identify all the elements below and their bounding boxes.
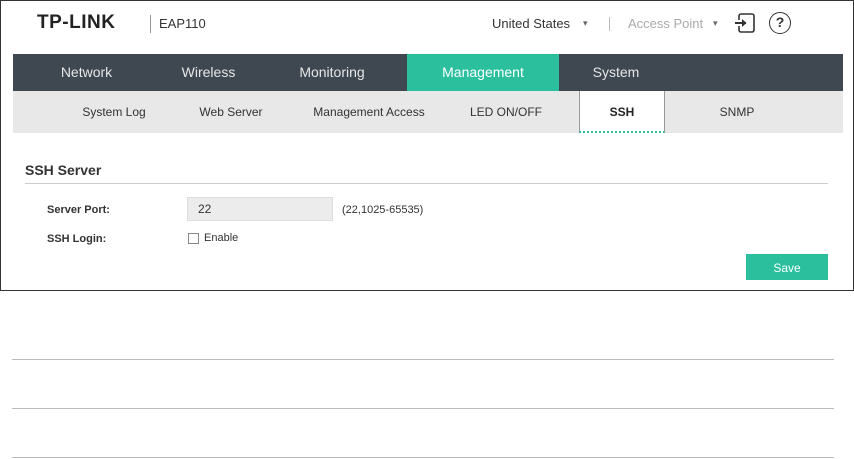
tab-management[interactable]: Management bbox=[407, 54, 559, 91]
tab-wireless[interactable]: Wireless bbox=[160, 54, 257, 91]
server-port-input[interactable] bbox=[187, 197, 333, 221]
main-nav: Network Wireless Monitoring Management S… bbox=[13, 54, 843, 91]
ssh-login-label: SSH Login: bbox=[47, 233, 107, 245]
subtab-ssh[interactable]: SSH bbox=[579, 91, 665, 133]
save-button[interactable]: Save bbox=[746, 254, 828, 280]
help-icon[interactable]: ? bbox=[769, 12, 791, 34]
subtab-web-server[interactable]: Web Server bbox=[180, 91, 282, 133]
chevron-down-icon[interactable]: ▾ bbox=[713, 18, 718, 29]
region-select[interactable]: United States bbox=[492, 16, 570, 31]
enable-checkbox[interactable] bbox=[188, 233, 199, 244]
tab-system[interactable]: System bbox=[559, 54, 673, 91]
document-divider bbox=[12, 457, 834, 458]
tab-network[interactable]: Network bbox=[13, 54, 160, 91]
server-port-label: Server Port: bbox=[47, 204, 110, 216]
document-divider bbox=[12, 359, 834, 360]
document-divider bbox=[12, 408, 834, 409]
server-port-hint: (22,1025-65535) bbox=[342, 204, 424, 216]
subtab-snmp[interactable]: SNMP bbox=[687, 91, 787, 133]
subtab-management-access[interactable]: Management Access bbox=[299, 91, 439, 133]
section-title: SSH Server bbox=[25, 162, 102, 178]
logo-divider bbox=[150, 15, 151, 33]
section-divider bbox=[25, 183, 828, 184]
subtab-led-on-off[interactable]: LED ON/OFF bbox=[456, 91, 556, 133]
brand-logo: TP-LINK bbox=[37, 12, 116, 33]
tab-monitoring[interactable]: Monitoring bbox=[257, 54, 407, 91]
enable-label[interactable]: Enable bbox=[204, 232, 238, 244]
subtab-system-log[interactable]: System Log bbox=[63, 91, 165, 133]
header: TP-LINK EAP110 United States ▾ Access Po… bbox=[1, 1, 853, 53]
sub-nav: System Log Web Server Management Access … bbox=[13, 91, 843, 133]
app-frame: TP-LINK EAP110 United States ▾ Access Po… bbox=[0, 0, 854, 291]
header-divider bbox=[609, 17, 610, 31]
logout-icon[interactable] bbox=[734, 12, 756, 34]
chevron-down-icon[interactable]: ▾ bbox=[583, 18, 588, 29]
mode-select[interactable]: Access Point bbox=[628, 16, 703, 31]
device-model: EAP110 bbox=[159, 16, 206, 31]
